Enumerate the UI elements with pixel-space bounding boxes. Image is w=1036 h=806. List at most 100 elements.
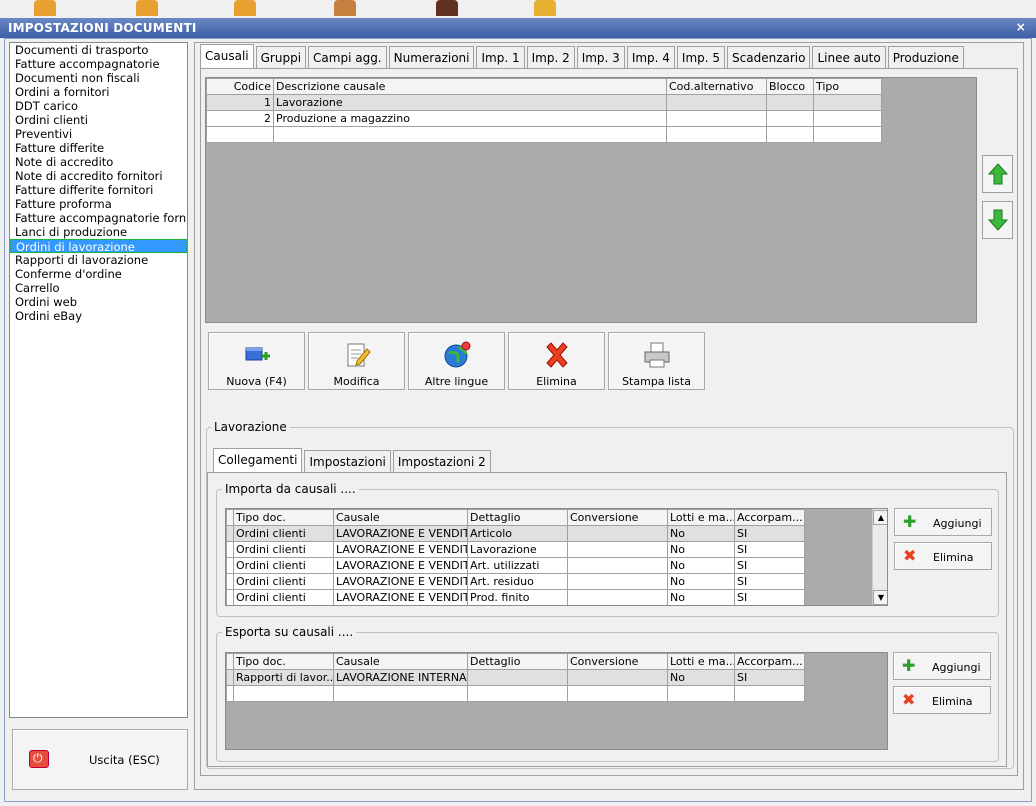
column-header[interactable]: Tipo doc. [233,653,334,670]
column-header[interactable]: Conversione [567,653,668,670]
table-cell [567,541,668,558]
table-cell [766,110,814,127]
document-list-item[interactable]: Ordini web [10,295,187,309]
document-list-item[interactable]: DDT carico [10,99,187,113]
document-list-item[interactable]: Lanci di produzione [10,225,187,239]
table-cell: LAVORAZIONE E VENDITA [333,525,468,542]
tab-causali[interactable]: Causali [200,44,254,68]
scroll-up-icon[interactable]: ▲ [873,510,887,525]
import-grid[interactable]: Tipo doc. Causale Dettaglio Conversione Lott… [225,508,888,606]
exit-button[interactable]: Uscita (ESC) [12,729,188,790]
table-row[interactable]: Ordini clienti LAVORAZIONE E VENDITA Lavor… [226,541,805,558]
users-icon[interactable] [334,0,356,16]
print-list-button[interactable]: Stampa lista [608,332,705,390]
document-list-item[interactable]: Preventivi [10,127,187,141]
column-header[interactable]: Tipo doc. [233,509,334,526]
table-row-empty[interactable] [206,126,882,143]
user-icon[interactable] [34,0,56,16]
document-list-item[interactable]: Ordini eBay [10,309,187,323]
tab-campi-agg[interactable]: Campi agg. [308,46,387,68]
column-header[interactable]: Blocco [766,78,814,95]
table-cell [567,669,668,686]
export-grid[interactable]: Tipo doc. Causale Dettaglio Conversione Lott… [225,652,888,750]
import-scrollbar[interactable]: ▲ ▼ [872,509,887,605]
table-row[interactable]: 2 Produzione a magazzino [206,110,882,127]
import-add-button[interactable]: ✚ Aggiungi [894,508,992,536]
column-header[interactable]: Codice [206,78,274,95]
table-row-empty[interactable] [226,685,805,702]
document-list-item[interactable]: Ordini a fornitori [10,85,187,99]
table-row[interactable]: 1 Lavorazione [206,94,882,111]
document-list-item[interactable]: Carrello [10,281,187,295]
column-header[interactable]: Causale [333,509,468,526]
document-list-item[interactable]: Ordini clienti [10,113,187,127]
document-list-item[interactable]: Conferme d'ordine [10,267,187,281]
delete-button[interactable]: Elimina [508,332,605,390]
export-delete-button[interactable]: ✖ Elimina [893,686,991,714]
tab-imp-3[interactable]: Imp. 3 [576,46,625,68]
tab-produzione[interactable]: Produzione [887,46,964,68]
document-list-item[interactable]: Ordini di lavorazione [10,239,187,254]
scroll-down-icon[interactable]: ▼ [873,590,887,605]
column-header[interactable]: Lotti e ma... [667,509,735,526]
box-icon[interactable] [534,0,556,16]
close-icon[interactable]: × [1016,20,1026,34]
tab-imp-2[interactable]: Imp. 2 [526,46,575,68]
column-header[interactable]: Dettaglio [467,509,568,526]
row-indicator [226,653,234,670]
subtab-impostazioni[interactable]: Impostazioni [304,450,391,472]
document-list-item[interactable]: Fatture differite [10,141,187,155]
agent-icon[interactable] [436,0,458,16]
document-list-item[interactable]: Documenti non fiscali [10,71,187,85]
tab-gruppi[interactable]: Gruppi [255,46,307,68]
column-header[interactable]: Accorpam... [734,509,805,526]
subtab-collegamenti[interactable]: Collegamenti [213,448,303,472]
subtab-impostazioni-2[interactable]: Impostazioni 2 [392,450,491,472]
column-header[interactable]: Conversione [567,509,668,526]
delete-x-icon: ✖ [902,690,916,709]
document-list-item[interactable]: Fatture accompagnatorie [10,57,187,71]
user-icon[interactable] [136,0,158,16]
column-header[interactable]: Cod.alternativo [666,78,767,95]
document-list-item[interactable]: Fatture proforma [10,197,187,211]
column-header[interactable]: Lotti e ma... [667,653,735,670]
table-row[interactable]: Ordini clienti LAVORAZIONE E VENDITA Artic… [226,525,805,542]
new-button[interactable]: Nuova (F4) [208,332,305,390]
tab-linee-auto[interactable]: Linee auto [812,46,886,68]
import-delete-label: Elimina [933,551,974,564]
document-list-item[interactable]: Documenti di trasporto [10,43,187,57]
table-row[interactable]: Ordini clienti LAVORAZIONE E VENDITA Prod.… [226,589,805,605]
tab-numerazioni[interactable]: Numerazioni [388,46,475,68]
tab-imp-4[interactable]: Imp. 4 [626,46,675,68]
export-add-button[interactable]: ✚ Aggiungi [893,652,991,680]
detail-group-title: Lavorazione [211,420,290,434]
tab-imp-1[interactable]: Imp. 1 [476,46,525,68]
tab-imp-5[interactable]: Imp. 5 [676,46,726,68]
causali-header-row: Codice Descrizione causale Cod.alternativo… [206,78,882,95]
move-up-button[interactable] [982,155,1013,193]
tab-scadenzario[interactable]: Scadenzario [727,46,811,68]
document-list-item[interactable]: Note di accredito fornitori [10,169,187,183]
document-list-item[interactable]: Fatture accompagnatorie fornit [10,211,187,225]
column-header[interactable]: Causale [333,653,468,670]
import-delete-button[interactable]: ✖ Elimina [894,542,992,570]
document-list-item[interactable]: Fatture differite fornitori [10,183,187,197]
column-header[interactable]: Accorpam... [734,653,805,670]
document-type-list[interactable]: Documenti di trasporto Fatture accompagna… [9,42,188,718]
edit-button[interactable]: Modifica [308,332,405,390]
table-row[interactable]: Ordini clienti LAVORAZIONE E VENDITA Art. … [226,557,805,574]
users-icon[interactable] [234,0,256,16]
column-header[interactable]: Tipo [813,78,882,95]
languages-button[interactable]: Altre lingue [408,332,505,390]
move-down-button[interactable] [982,201,1013,239]
table-row[interactable]: Ordini clienti LAVORAZIONE E VENDITA Art. … [226,573,805,590]
row-indicator [226,557,234,574]
causali-grid[interactable]: Codice Descrizione causale Cod.alternativo… [205,77,977,323]
document-list-item[interactable]: Rapporti di lavorazione [10,253,187,267]
import-header-row: Tipo doc. Causale Dettaglio Conversione Lott… [226,509,805,526]
window-title: IMPOSTAZIONI DOCUMENTI [8,21,197,35]
column-header[interactable]: Descrizione causale [273,78,667,95]
column-header[interactable]: Dettaglio [467,653,568,670]
table-row[interactable]: Rapporti di lavor... LAVORAZIONE INTERNA N… [226,669,805,686]
document-list-item[interactable]: Note di accredito [10,155,187,169]
